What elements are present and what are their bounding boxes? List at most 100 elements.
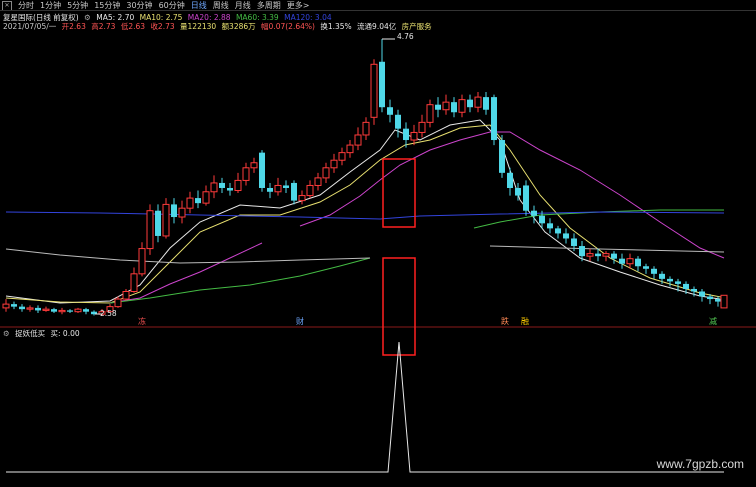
- indicator-signal-line: [6, 341, 724, 473]
- event-marker: 跌: [501, 316, 509, 326]
- highlight-box-lower: [382, 257, 416, 356]
- candle-body: [11, 304, 17, 307]
- candle-body: [507, 172, 513, 188]
- candle-body: [26, 307, 34, 310]
- indicator-panel: [6, 341, 724, 473]
- candle-body: [619, 258, 625, 264]
- ma120-line: [5, 211, 725, 220]
- indicator-name: 捉妖低买: [15, 329, 46, 338]
- long-ma-line-b: [489, 245, 725, 253]
- candle-body: [74, 308, 82, 313]
- candle-body: [579, 246, 585, 257]
- event-marker: 融: [521, 316, 529, 326]
- candlesticks[interactable]: [2, 39, 728, 316]
- candle-body: [715, 299, 721, 302]
- candle-body: [555, 228, 561, 234]
- candle-body: [699, 291, 705, 297]
- candle-body: [467, 99, 473, 108]
- candle-body: [114, 298, 122, 308]
- candle-body: [354, 134, 362, 146]
- candle-body: [155, 210, 161, 236]
- candle-body: [2, 303, 10, 309]
- ma60-line-a: [109, 257, 371, 304]
- indicator-settings-icon[interactable]: ⚙: [3, 329, 10, 338]
- candle-body: [379, 61, 385, 108]
- candle-body: [547, 223, 553, 229]
- candle-body: [474, 96, 482, 108]
- candle-body: [435, 104, 441, 110]
- candle-body: [202, 191, 210, 204]
- candle-body: [426, 104, 434, 123]
- event-marker: 减: [709, 316, 717, 326]
- candle-body: [667, 278, 673, 282]
- candle-body: [210, 182, 218, 193]
- candle-body: [403, 128, 409, 141]
- event-markers: 冻财跌融减: [138, 316, 717, 326]
- candle-body: [322, 167, 330, 179]
- candle-body: [387, 107, 393, 115]
- candle-body: [611, 253, 617, 259]
- ma20-line-a: [109, 242, 263, 304]
- candle-body: [635, 258, 641, 267]
- event-marker: 财: [296, 316, 304, 326]
- long-ma-line-a: [5, 248, 371, 264]
- candle-body: [707, 296, 713, 300]
- candle-body: [370, 63, 378, 118]
- candle-body: [58, 309, 66, 313]
- candle-body: [626, 258, 634, 265]
- candle-body: [122, 290, 130, 300]
- candle-body: [195, 198, 201, 204]
- candle-body: [659, 273, 665, 279]
- candle-body: [451, 102, 457, 113]
- candle-body: [458, 99, 466, 113]
- kline-chart[interactable]: 冻财跌融减: [0, 0, 756, 487]
- candle-body: [234, 179, 242, 192]
- candle-body: [602, 253, 610, 257]
- candle-body: [515, 187, 521, 196]
- candle-body: [720, 294, 728, 309]
- candle-body: [219, 182, 225, 188]
- candle-body: [83, 309, 89, 312]
- candle-body: [283, 185, 289, 188]
- candle-body: [683, 283, 689, 289]
- candle-body: [298, 195, 306, 202]
- ma20-line-b: [299, 131, 725, 259]
- event-marker: 冻: [138, 316, 146, 326]
- candle-body: [362, 121, 370, 136]
- watermark: www.7gpzb.com: [656, 457, 744, 471]
- candle-body: [491, 97, 497, 141]
- ma10-line: [5, 124, 727, 304]
- candle-body: [242, 167, 250, 181]
- candle-body: [314, 177, 322, 186]
- candle-body: [563, 233, 569, 239]
- candle-body: [250, 162, 258, 169]
- high-price-label: 4.76: [397, 32, 414, 41]
- candle-body: [523, 185, 529, 211]
- candle-body: [146, 210, 154, 250]
- candle-body: [267, 187, 273, 192]
- candle-body: [19, 306, 25, 310]
- candle-body: [330, 159, 338, 169]
- candle-body: [442, 101, 450, 111]
- indicator-legend: ⚙ 捉妖低买 买: 0.00: [3, 328, 83, 339]
- candle-body: [395, 114, 401, 129]
- candle-body: [306, 184, 314, 197]
- candle-body: [346, 144, 354, 154]
- candle-body: [178, 207, 186, 218]
- candle-body: [42, 308, 50, 311]
- candle-body: [171, 204, 177, 218]
- candle-body: [291, 182, 297, 201]
- low-price-label: 2.58: [100, 309, 117, 318]
- candle-body: [595, 253, 601, 257]
- candle-body: [643, 266, 649, 269]
- candle-body: [186, 197, 194, 209]
- candle-body: [35, 307, 41, 311]
- candle-body: [586, 253, 594, 257]
- candle-body: [499, 140, 505, 173]
- annotation-overlay: [95, 38, 416, 356]
- candle-body: [338, 152, 346, 161]
- candle-body: [274, 184, 282, 193]
- candle-body: [138, 248, 146, 275]
- candle-body: [571, 238, 577, 247]
- candle-body: [67, 310, 73, 312]
